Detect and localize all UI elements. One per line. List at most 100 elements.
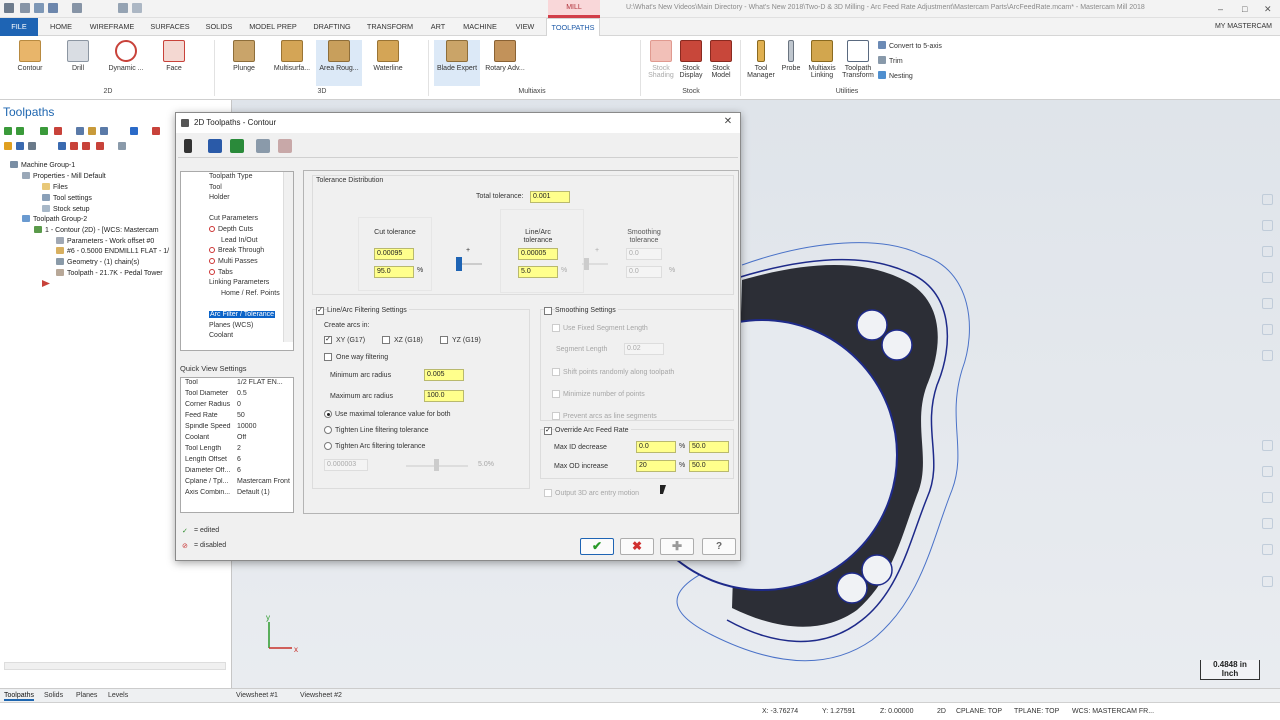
tab-model-prep[interactable]: MODEL PREP: [244, 18, 302, 36]
smoothing-settings-checkbox[interactable]: [544, 307, 552, 315]
cut-linearc-slider-thumb[interactable]: [456, 257, 462, 271]
toggle-post-icon[interactable]: [28, 142, 36, 150]
edit-icon[interactable]: [256, 139, 270, 153]
tab-planes-panel[interactable]: Planes: [76, 692, 97, 699]
move-up-icon[interactable]: [70, 142, 78, 150]
trim-button[interactable]: Trim: [878, 56, 903, 65]
nav-tool[interactable]: Tool: [209, 184, 222, 191]
tab-viewsheet-1[interactable]: Viewsheet #1: [236, 692, 278, 699]
save-defaults-icon[interactable]: [208, 139, 222, 153]
tool-manager-button[interactable]: Tool Manager: [744, 40, 778, 79]
max-od-feed-input[interactable]: 50.0: [689, 460, 729, 472]
nav-planes-wcs[interactable]: Planes (WCS): [209, 322, 253, 329]
wcs-status[interactable]: WCS: MASTERCAM FR...: [1072, 708, 1154, 715]
nav-tabs[interactable]: Tabs: [209, 269, 233, 276]
tab-solids[interactable]: SOLIDS: [200, 18, 238, 36]
one-way-filtering-checkbox[interactable]: [324, 353, 332, 361]
redo-icon[interactable]: [132, 3, 142, 13]
yz-g19-checkbox[interactable]: [440, 336, 448, 344]
filter-tolerance-value[interactable]: 0.000003: [324, 459, 368, 471]
zoom-in-icon[interactable]: [1262, 194, 1273, 205]
multiaxis-linking-button[interactable]: Multiaxis Linking: [804, 40, 840, 79]
max-id-decrease-input[interactable]: 0.0: [636, 441, 676, 453]
smoothing-tolerance-percent[interactable]: 0.0: [626, 266, 662, 278]
insert-pointer-icon[interactable]: [96, 142, 104, 150]
total-tolerance-input[interactable]: 0.001: [530, 191, 570, 203]
verify-icon[interactable]: [88, 127, 96, 135]
help-button[interactable]: ?: [702, 538, 736, 555]
blade-expert-button[interactable]: Blade Expert: [434, 40, 480, 86]
shade-icon[interactable]: [1262, 350, 1273, 361]
fixed-segment-checkbox[interactable]: [552, 324, 560, 332]
nav-depth-cuts[interactable]: Depth Cuts: [209, 226, 253, 233]
multisurface-button[interactable]: Multisurfa...: [268, 40, 316, 72]
post-icon[interactable]: [130, 127, 138, 135]
nav-cut-parameters[interactable]: Cut Parameters: [209, 215, 258, 222]
save-all-icon[interactable]: [230, 139, 244, 153]
nav-coolant[interactable]: Coolant: [209, 332, 233, 339]
undo-icon[interactable]: [118, 3, 128, 13]
minimize-points-checkbox[interactable]: [552, 390, 560, 398]
tab-drafting[interactable]: DRAFTING: [308, 18, 356, 36]
block-icon[interactable]: [1262, 576, 1273, 587]
tighten-arc-radio[interactable]: [324, 442, 332, 450]
tab-view[interactable]: VIEW: [508, 18, 542, 36]
app-icon[interactable]: [4, 3, 14, 13]
mode-2d[interactable]: 2D: [937, 708, 946, 715]
plane-icon[interactable]: [1262, 466, 1273, 477]
tab-toolpaths[interactable]: TOOLPATHS: [546, 18, 600, 36]
linearc-tolerance-percent[interactable]: 5.0: [518, 266, 558, 278]
select-icon[interactable]: [1262, 544, 1273, 555]
stock-shading-button[interactable]: Stock Shading: [646, 40, 676, 79]
nav-lead-in-out[interactable]: Lead In/Out: [221, 237, 258, 244]
dynamic-button[interactable]: Dynamic ...: [104, 40, 148, 72]
high-feed-icon[interactable]: [152, 127, 160, 135]
horizontal-scrollbar[interactable]: [4, 662, 226, 670]
cut-tolerance-input[interactable]: 0.00095: [374, 248, 414, 260]
tool-pick-icon[interactable]: [184, 139, 192, 153]
nav-toolpath-type[interactable]: Toolpath Type: [209, 173, 252, 180]
smoothing-tolerance-input[interactable]: 0.0: [626, 248, 662, 260]
maximal-tolerance-radio[interactable]: [324, 410, 332, 418]
measure-icon[interactable]: [1262, 440, 1273, 451]
nav-home-ref-points[interactable]: Home / Ref. Points: [221, 290, 280, 297]
probe-button[interactable]: Probe: [778, 40, 804, 72]
min-arc-radius-input[interactable]: 0.005: [424, 369, 464, 381]
rotary-advanced-button[interactable]: Rotary Adv...: [482, 40, 528, 72]
segment-length-input[interactable]: 0.02: [624, 343, 664, 355]
insert-arrow-icon[interactable]: [82, 142, 90, 150]
tab-toolpaths-panel[interactable]: Toolpaths: [4, 692, 34, 701]
tab-solids-panel[interactable]: Solids: [44, 692, 63, 699]
drill-button[interactable]: Drill: [60, 40, 96, 72]
prevent-arcs-checkbox[interactable]: [552, 412, 560, 420]
reset-icon[interactable]: [278, 139, 292, 153]
tab-levels-panel[interactable]: Levels: [108, 692, 128, 699]
cancel-button[interactable]: ✖: [620, 538, 654, 555]
simulate-icon[interactable]: [100, 127, 108, 135]
nav-arc-filter-tolerance[interactable]: Arc Filter / Tolerance: [209, 311, 276, 318]
toggle-display-icon[interactable]: [16, 142, 24, 150]
tighten-line-radio[interactable]: [324, 426, 332, 434]
my-mastercam[interactable]: MY MASTERCAM: [1215, 23, 1272, 30]
ok-button[interactable]: ✔: [580, 538, 614, 555]
apply-button[interactable]: ✚: [660, 538, 694, 555]
max-id-feed-input[interactable]: 50.0: [689, 441, 729, 453]
clear-icon[interactable]: [1262, 518, 1273, 529]
line-arc-filtering-checkbox[interactable]: ✓: [316, 307, 324, 315]
linearc-tolerance-input[interactable]: 0.00005: [518, 248, 558, 260]
view-icon[interactable]: [1262, 324, 1273, 335]
backplot-icon[interactable]: [76, 127, 84, 135]
contour-button[interactable]: Contour: [10, 40, 50, 72]
xz-g18-checkbox[interactable]: [382, 336, 390, 344]
tab-machine[interactable]: MACHINE: [458, 18, 502, 36]
cut-tolerance-percent[interactable]: 95.0: [374, 266, 414, 278]
new-icon[interactable]: [20, 3, 30, 13]
open-icon[interactable]: [34, 3, 44, 13]
fit-icon[interactable]: [1262, 246, 1273, 257]
tab-viewsheet-2[interactable]: Viewsheet #2: [300, 692, 342, 699]
zoom-out-icon[interactable]: [1262, 220, 1273, 231]
nav-scrollbar[interactable]: [283, 172, 293, 342]
tab-wireframe[interactable]: WIREFRAME: [86, 18, 138, 36]
shift-points-checkbox[interactable]: [552, 368, 560, 376]
regen-dirty-icon[interactable]: [54, 127, 62, 135]
